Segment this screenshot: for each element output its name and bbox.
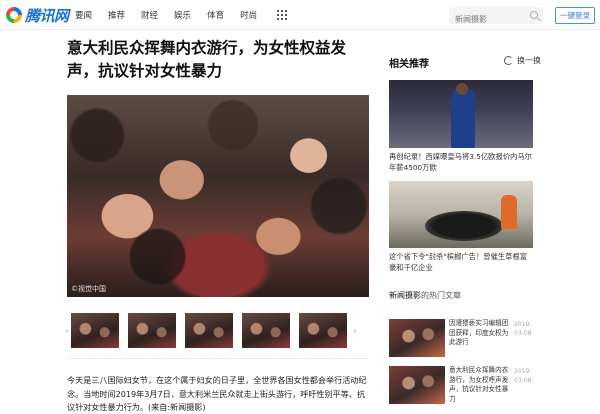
chevron-left-icon[interactable]: ‹ <box>64 313 70 348</box>
nav-item-finance[interactable]: 财经 <box>141 9 158 21</box>
section-title-suffix: 的热门文章 <box>421 291 461 300</box>
news-thumbnail <box>389 319 445 357</box>
thumbnail[interactable] <box>299 313 347 348</box>
chevron-right-icon[interactable]: › <box>352 313 358 348</box>
list-item[interactable]: 因遭猥亵实习编辑团团获释，印度女权为此游行 2019-03-08 <box>389 319 533 357</box>
thumbnail[interactable] <box>185 313 233 348</box>
related-caption[interactable]: 再创纪录！西媒曝皇马将3.5亿欧报价内马尔 年薪4500万欧 <box>389 151 533 173</box>
hot-articles-title: 新闻摄影的热门文章 <box>389 290 461 301</box>
nav-item-sports[interactable]: 体育 <box>207 9 224 21</box>
related-title: 相关推荐 <box>389 59 429 70</box>
news-date: 2019-03-08 <box>514 321 532 337</box>
refresh-label: 换一换 <box>517 56 541 65</box>
nav-item-recommend[interactable]: 推荐 <box>108 9 125 21</box>
channel-nav: 要闻 推荐 财经 娱乐 体育 时尚 <box>75 0 288 30</box>
news-title: 意大利民众挥舞内衣游行，为女权呼声发声，抗议针对女性暴力 <box>449 366 509 403</box>
search-box <box>449 7 543 28</box>
news-date: 2019-03-08 <box>514 368 532 384</box>
main-photo[interactable]: ©视觉中国 <box>67 95 369 297</box>
divider <box>67 358 369 359</box>
search-icon[interactable] <box>530 11 538 19</box>
news-thumbnail <box>389 366 445 404</box>
refresh-icon <box>504 56 513 65</box>
logo-text: 腾讯网 <box>25 6 69 25</box>
list-item[interactable]: 意大利民众挥舞内衣游行，为女权呼声发声，抗议针对女性暴力 2019-03-08 <box>389 366 533 404</box>
top-navigation-bar: 腾讯网 要闻 推荐 财经 娱乐 体育 时尚 一键登录 <box>0 0 600 30</box>
section-title-source[interactable]: 新闻摄影 <box>389 291 421 300</box>
related-image[interactable] <box>389 80 533 148</box>
nav-item-entertainment[interactable]: 娱乐 <box>174 9 191 21</box>
related-image[interactable] <box>389 181 533 248</box>
refresh-button[interactable]: 换一换 <box>504 55 541 66</box>
logo-icon <box>6 7 22 23</box>
news-title: 因遭猥亵实习编辑团团获释，印度女权为此游行 <box>449 319 509 346</box>
thumbnail[interactable] <box>71 313 119 348</box>
qq-news-logo[interactable]: 腾讯网 <box>6 4 69 26</box>
article-body: 今天是三八国际妇女节，在这个属于妇女的日子里，全世界各国女性都会举行活动纪念。当… <box>67 375 367 413</box>
login-button[interactable]: 一键登录 <box>555 7 595 24</box>
related-caption[interactable]: 这个省下令"封杀"槟榔广告！曾催生草根富豪和千亿企业 <box>389 251 533 273</box>
thumbnail[interactable] <box>242 313 290 348</box>
nav-item-fashion[interactable]: 时尚 <box>240 9 257 21</box>
grid-icon[interactable] <box>277 10 288 20</box>
thumbnail[interactable] <box>128 313 176 348</box>
photo-crowd <box>67 95 369 297</box>
article-headline: 意大利民众挥舞内衣游行，为女性权益发声，抗议针对女性暴力 <box>67 39 347 80</box>
photo-thumbnail-strip: ‹ › <box>64 313 369 348</box>
photo-watermark: ©视觉中国 <box>71 285 106 293</box>
nav-item-news[interactable]: 要闻 <box>75 9 92 21</box>
search-input[interactable] <box>449 11 527 28</box>
